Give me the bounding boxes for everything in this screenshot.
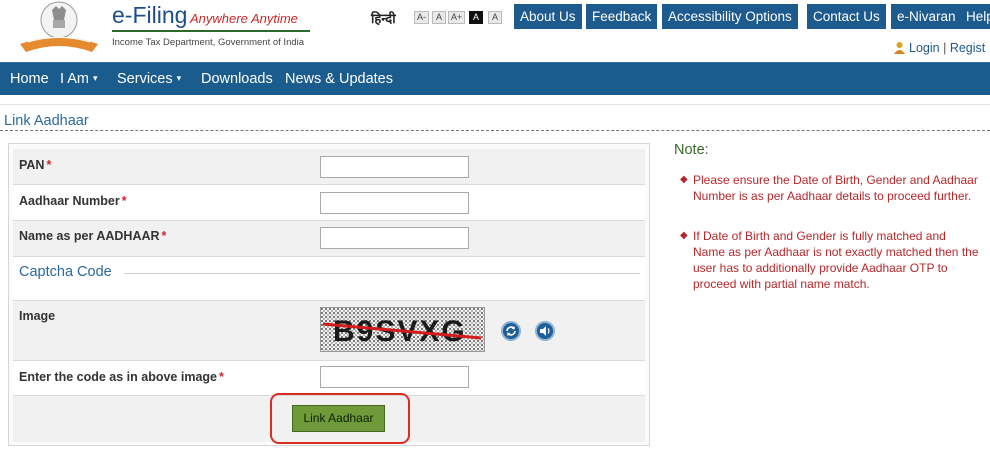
note-title: Note:: [674, 142, 709, 158]
aadhaar-number-label-text: Aadhaar Number: [19, 194, 120, 208]
name-as-per-aadhaar-label: Name as per AADHAAR *: [19, 229, 166, 243]
contrast-light-toggle[interactable]: A: [488, 11, 502, 24]
captcha-code-label: Enter the code as in above image *: [19, 370, 224, 384]
note-item-text: Please ensure the Date of Birth, Gender …: [693, 173, 978, 203]
note-item: ◆ If Date of Birth and Gender is fully m…: [680, 228, 980, 292]
bullet-icon: ◆: [680, 230, 688, 241]
image-label: Image: [19, 309, 56, 323]
main-nav-news-updates-label: News & Updates: [285, 71, 393, 87]
bullet-icon: ◆: [680, 174, 688, 185]
note-item-text: If Date of Birth and Gender is fully mat…: [693, 229, 979, 291]
content-top-rule: [0, 104, 990, 105]
contrast-dark-toggle[interactable]: A: [469, 11, 483, 24]
nav-help[interactable]: Help: [960, 4, 990, 29]
required-marker: *: [121, 194, 127, 208]
font-size-increase[interactable]: A+: [448, 11, 466, 24]
chevron-down-icon: ▾: [93, 73, 98, 83]
refresh-icon: [506, 326, 516, 336]
main-nav-news-updates[interactable]: News & Updates: [285, 71, 393, 87]
captcha-section-header: Captcha Code: [13, 257, 645, 301]
nav-about-us[interactable]: About Us: [514, 4, 582, 29]
aadhaar-number-label: Aadhaar Number *: [19, 194, 127, 208]
government-emblem-logo: [20, 1, 98, 52]
login-register-links: Login | Regist: [893, 41, 985, 55]
captcha-legend: Captcha Code: [19, 264, 112, 280]
required-marker: *: [161, 229, 167, 243]
main-nav-i-am[interactable]: I Am ▾: [60, 71, 98, 87]
audio-captcha-button[interactable]: [535, 321, 555, 341]
captcha-code-row: Enter the code as in above image *: [13, 361, 645, 396]
required-marker: *: [218, 370, 224, 384]
nav-accessibility-options[interactable]: Accessibility Options: [662, 4, 798, 29]
hindi-language-link[interactable]: हिन्दी: [371, 9, 396, 27]
pan-label-text: PAN: [19, 158, 45, 172]
pan-input[interactable]: [320, 156, 469, 178]
site-header: e-Filing Anywhere Anytime Income Tax Dep…: [0, 0, 990, 62]
brand-divider: [112, 30, 310, 32]
main-nav-downloads-label: Downloads: [201, 71, 273, 87]
nav-e-nivaran[interactable]: e-Nivaran: [891, 4, 962, 29]
captcha-code-label-text: Enter the code as in above image: [19, 370, 217, 384]
login-link[interactable]: Login: [909, 41, 940, 55]
required-marker: *: [46, 158, 52, 172]
brand-subtitle: Income Tax Department, Government of Ind…: [112, 37, 305, 48]
speaker-icon: [540, 326, 550, 336]
main-navigation-bar: Home I Am ▾ Services ▾ Downloads News & Up…: [0, 62, 990, 95]
captcha-image: B9SVXG: [320, 307, 485, 352]
main-nav-services-label: Services: [117, 71, 173, 87]
brand-title[interactable]: e-Filing: [112, 2, 187, 29]
main-nav-services[interactable]: Services ▾: [117, 71, 181, 87]
page-title: Link Aadhaar: [4, 113, 89, 129]
pan-row: PAN *: [13, 149, 645, 185]
main-nav-downloads[interactable]: Downloads: [201, 71, 273, 87]
captcha-code-input[interactable]: [320, 366, 469, 388]
brand-tagline: Anywhere Anytime: [190, 11, 298, 26]
nav-feedback[interactable]: Feedback: [586, 4, 658, 29]
aadhaar-number-input[interactable]: [320, 192, 469, 214]
nav-contact-us[interactable]: Contact Us: [807, 4, 886, 29]
user-icon: [894, 42, 905, 54]
note-item: ◆ Please ensure the Date of Birth, Gende…: [680, 172, 980, 204]
page-title-rule: [0, 130, 990, 131]
main-nav-home-label: Home: [10, 71, 49, 87]
captcha-noise-graphic: B9SVXG: [321, 308, 484, 351]
link-aadhaar-button[interactable]: Link Aadhaar: [292, 405, 385, 432]
chevron-down-icon: ▾: [176, 73, 182, 83]
captcha-image-row: Image B9SVXG: [13, 301, 645, 361]
main-nav-home[interactable]: Home: [10, 71, 49, 87]
register-link[interactable]: Regist: [950, 41, 985, 55]
main-nav-i-am-label: I Am: [60, 71, 90, 87]
name-as-per-aadhaar-row: Name as per AADHAAR *: [13, 221, 645, 257]
font-size-decrease[interactable]: A-: [414, 11, 429, 24]
refresh-captcha-button[interactable]: [501, 321, 521, 341]
login-separator: |: [943, 41, 950, 55]
captcha-legend-rule: [124, 273, 640, 274]
aadhaar-number-row: Aadhaar Number *: [13, 185, 645, 221]
name-as-per-aadhaar-label-text: Name as per AADHAAR: [19, 229, 160, 243]
name-as-per-aadhaar-input[interactable]: [320, 227, 469, 249]
pan-label: PAN *: [19, 158, 51, 172]
font-size-normal[interactable]: A: [432, 11, 446, 24]
